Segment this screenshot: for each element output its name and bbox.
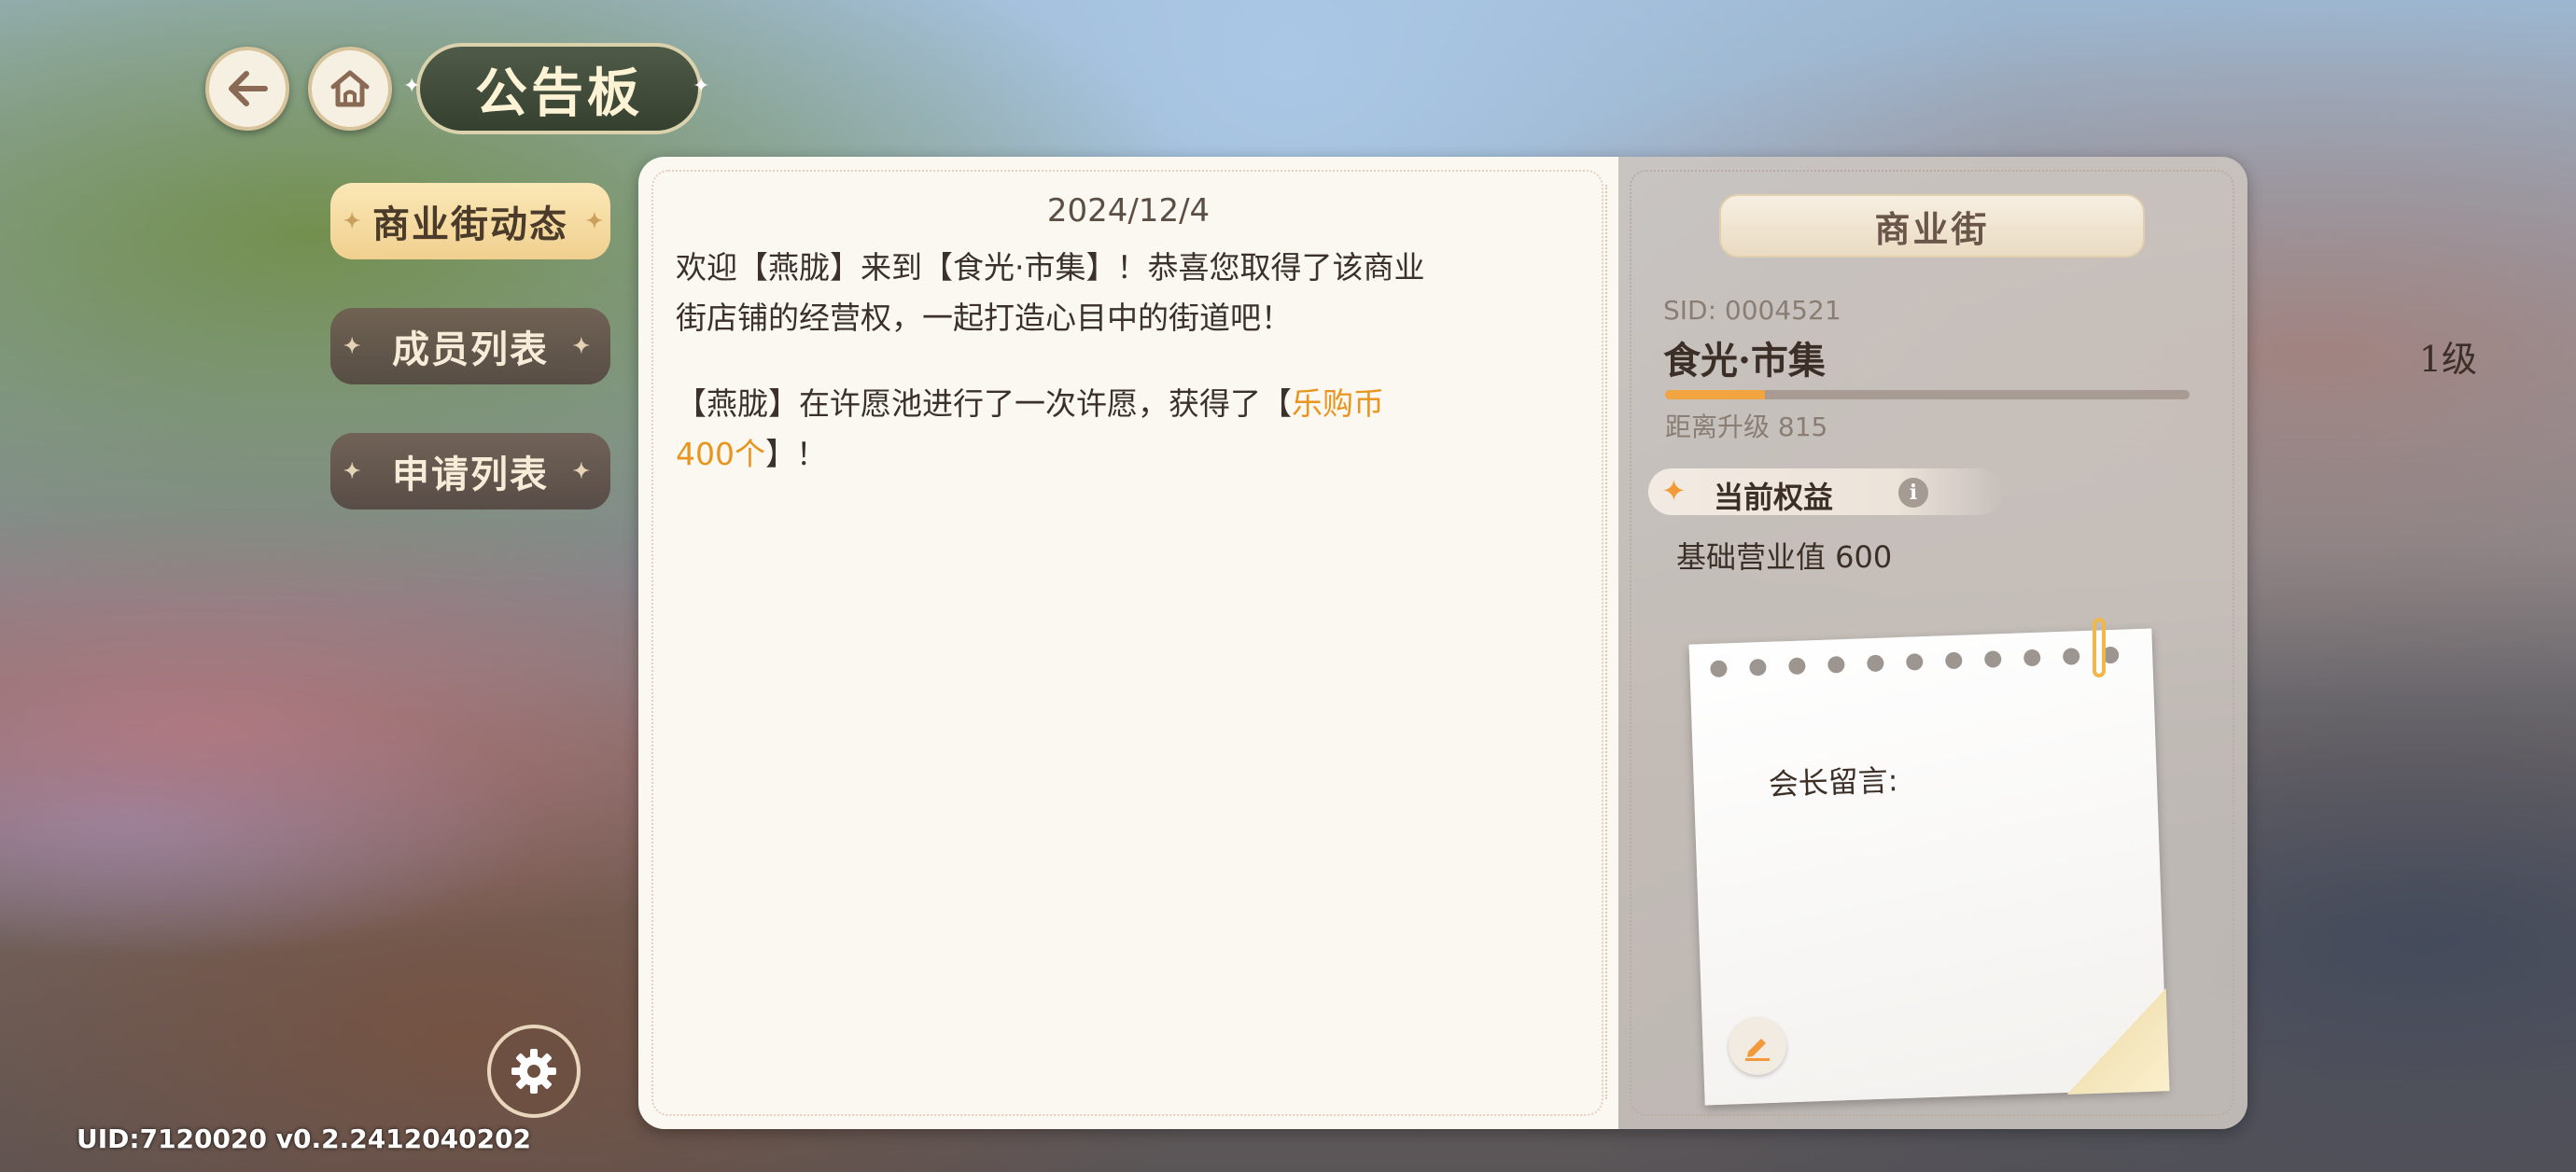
street-header: 商业街 [1719, 194, 2145, 258]
benefit-value: 基础营业值 600 [1676, 539, 1893, 575]
news-date: 2024/12/4 [1046, 192, 1211, 230]
tab-label: 申请列表 [392, 453, 549, 496]
settings-button[interactable] [487, 1025, 581, 1118]
sparkle-decoration-icon: ✦ [403, 75, 421, 98]
home-icon [330, 70, 370, 107]
paper-clip-icon [2093, 618, 2106, 677]
star-icon: ✦ [572, 459, 592, 483]
back-arrow-icon [229, 71, 268, 106]
news-message: 欢迎【燕胧】来到【食光·市集】！恭喜您取得了该商业街店铺的经营权，一起打造心目中… [676, 249, 1425, 336]
level-progress-bar [1665, 390, 2190, 399]
star-icon: ✦ [343, 334, 363, 358]
tab-member-list[interactable]: ✦ 成员列表 ✦ [330, 308, 610, 384]
uid-version: UID:7120020 v0.2.2412040202 [77, 1123, 532, 1154]
level-progress-fill [1665, 390, 1765, 399]
note-curl [2063, 988, 2170, 1095]
info-icon[interactable]: i [1898, 478, 1928, 508]
pencil-icon [1745, 1039, 1770, 1061]
back-button[interactable] [205, 47, 289, 131]
street-sid: SID: 0004521 [1663, 295, 1841, 326]
sparkle-decoration-icon: ✦ [693, 75, 710, 98]
street-name: 食光·市集 [1663, 339, 1826, 383]
tab-label: 商业街动态 [372, 202, 568, 246]
current-benefit-header: ✦ 当前权益 i [1648, 468, 2003, 515]
leader-note-label: 会长留言: [1768, 762, 1899, 802]
gear-icon [511, 1049, 556, 1094]
star-icon: ✦ [1661, 473, 1687, 509]
tab-label: 成员列表 [392, 328, 549, 371]
star-icon: ✦ [343, 209, 363, 233]
page-title: 公告板 [416, 43, 702, 134]
news-message: 【燕胧】在许愿池进行了一次许愿，获得了【乐购币400个】！ [676, 385, 1384, 472]
home-button[interactable] [308, 47, 392, 131]
star-icon: ✦ [585, 209, 605, 233]
news-panel: 2024/12/4 欢迎【燕胧】来到【食光·市集】！恭喜您取得了该商业街店铺的经… [638, 157, 1618, 1129]
star-icon: ✦ [572, 334, 592, 358]
upgrade-remaining: 距离升级 815 [1665, 412, 1828, 442]
tab-street-news[interactable]: ✦ 商业街动态 ✦ [330, 183, 610, 259]
street-level: 1级 [2418, 339, 2477, 380]
tab-application-list[interactable]: ✦ 申请列表 ✦ [330, 433, 610, 509]
star-icon: ✦ [343, 459, 363, 483]
edit-note-button[interactable] [1729, 1017, 1786, 1075]
